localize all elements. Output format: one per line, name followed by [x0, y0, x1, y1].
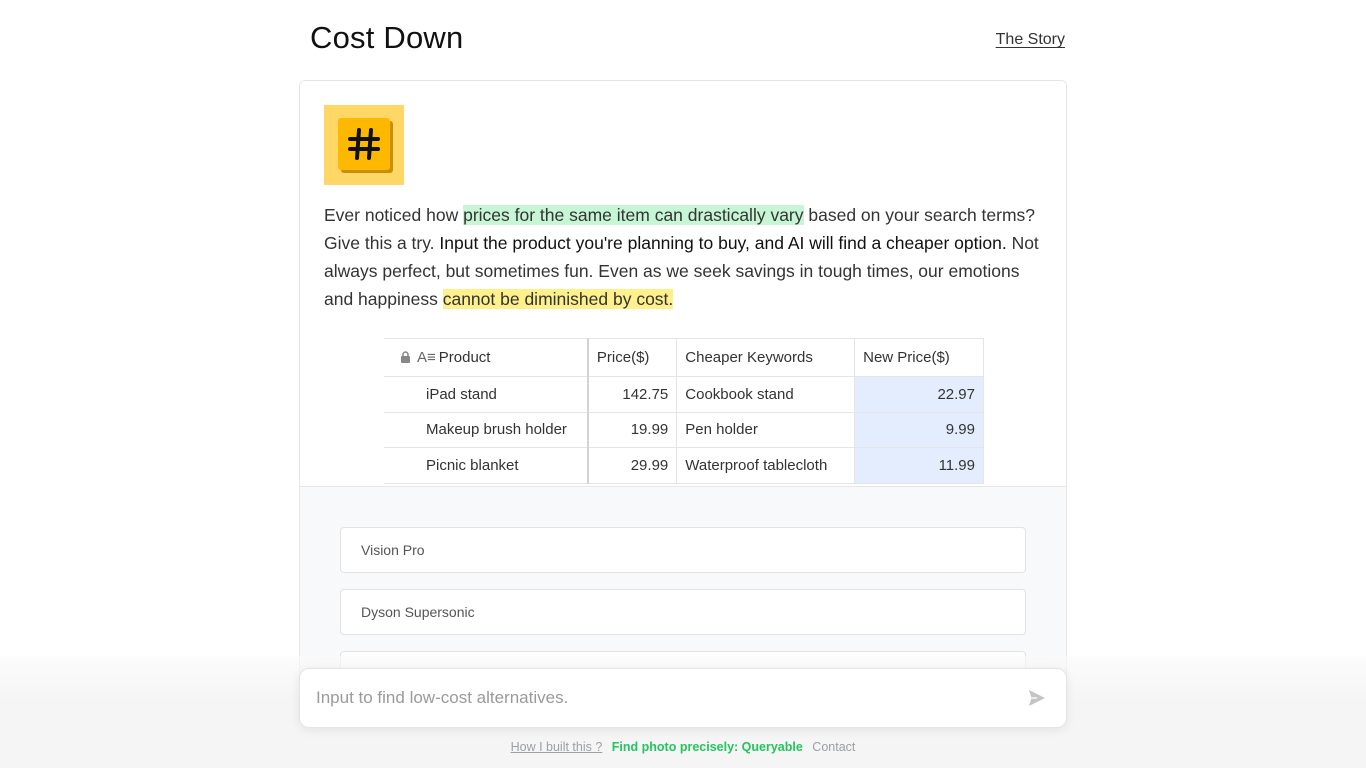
- how-i-built-this-link[interactable]: How I built this ?: [511, 740, 603, 754]
- search-bar: [299, 668, 1067, 728]
- cell-product: iPad stand: [384, 376, 589, 413]
- footer: How I built this ? Find photo precisely:…: [0, 740, 1366, 754]
- the-story-link[interactable]: The Story: [996, 31, 1065, 49]
- example-table: A≡ Product Price($) Cheaper Keywords New …: [384, 338, 984, 484]
- queryable-link[interactable]: Find photo precisely: Queryable: [612, 740, 803, 754]
- cell-new-price: 9.99: [854, 412, 984, 448]
- intro-paragraph: Ever noticed how prices for the same ite…: [324, 201, 1044, 313]
- column-header-cheaper-keywords: Cheaper Keywords: [676, 338, 856, 377]
- product-search-input[interactable]: [316, 683, 1006, 713]
- table-row: Picnic blanket 29.99 Waterproof tableclo…: [384, 447, 984, 484]
- cell-product: Picnic blanket: [384, 447, 589, 484]
- header-label: Product: [438, 349, 491, 366]
- column-header-product: A≡ Product: [384, 338, 589, 377]
- cell-new-price: 11.99: [854, 447, 984, 484]
- table-row: iPad stand 142.75 Cookbook stand 22.97: [384, 376, 984, 413]
- intro-highlight-yellow: cannot be diminished by cost.: [442, 289, 674, 309]
- cell-cheaper-keyword: Waterproof tablecloth: [676, 447, 856, 484]
- cell-price: 29.99: [587, 447, 678, 484]
- cell-price: 142.75: [587, 376, 678, 413]
- header: Cost Down The Story: [310, 20, 1065, 60]
- suggestion-item[interactable]: Dyson Supersonic: [340, 589, 1026, 635]
- table-row: Makeup brush holder 19.99 Pen holder 9.9…: [384, 412, 984, 448]
- column-header-price: Price($): [587, 338, 678, 377]
- column-header-new-price: New Price($): [854, 338, 984, 377]
- contact-link[interactable]: Contact: [812, 740, 855, 754]
- main-card: Ever noticed how prices for the same ite…: [299, 80, 1067, 720]
- intro-text-1: Ever noticed how: [324, 205, 464, 225]
- intro-bold-text: Input the product you're planning to buy…: [439, 233, 1007, 253]
- cell-cheaper-keyword: Cookbook stand: [676, 376, 856, 413]
- site-title: Cost Down: [310, 20, 464, 55]
- intro-section: Ever noticed how prices for the same ite…: [300, 81, 1066, 486]
- hash-key-icon: [338, 118, 390, 170]
- lock-icon: [401, 351, 410, 363]
- app-logo: [324, 105, 404, 185]
- cell-price: 19.99: [587, 412, 678, 448]
- text-column-icon: A≡: [417, 349, 436, 366]
- send-icon[interactable]: [1028, 689, 1046, 707]
- intro-highlight-green: prices for the same item can drastically…: [463, 205, 804, 225]
- table-header-row: A≡ Product Price($) Cheaper Keywords New …: [384, 338, 984, 377]
- suggestion-item[interactable]: Vision Pro: [340, 527, 1026, 573]
- cell-product: Makeup brush holder: [384, 412, 589, 448]
- cell-cheaper-keyword: Pen holder: [676, 412, 856, 448]
- cell-new-price: 22.97: [854, 376, 984, 413]
